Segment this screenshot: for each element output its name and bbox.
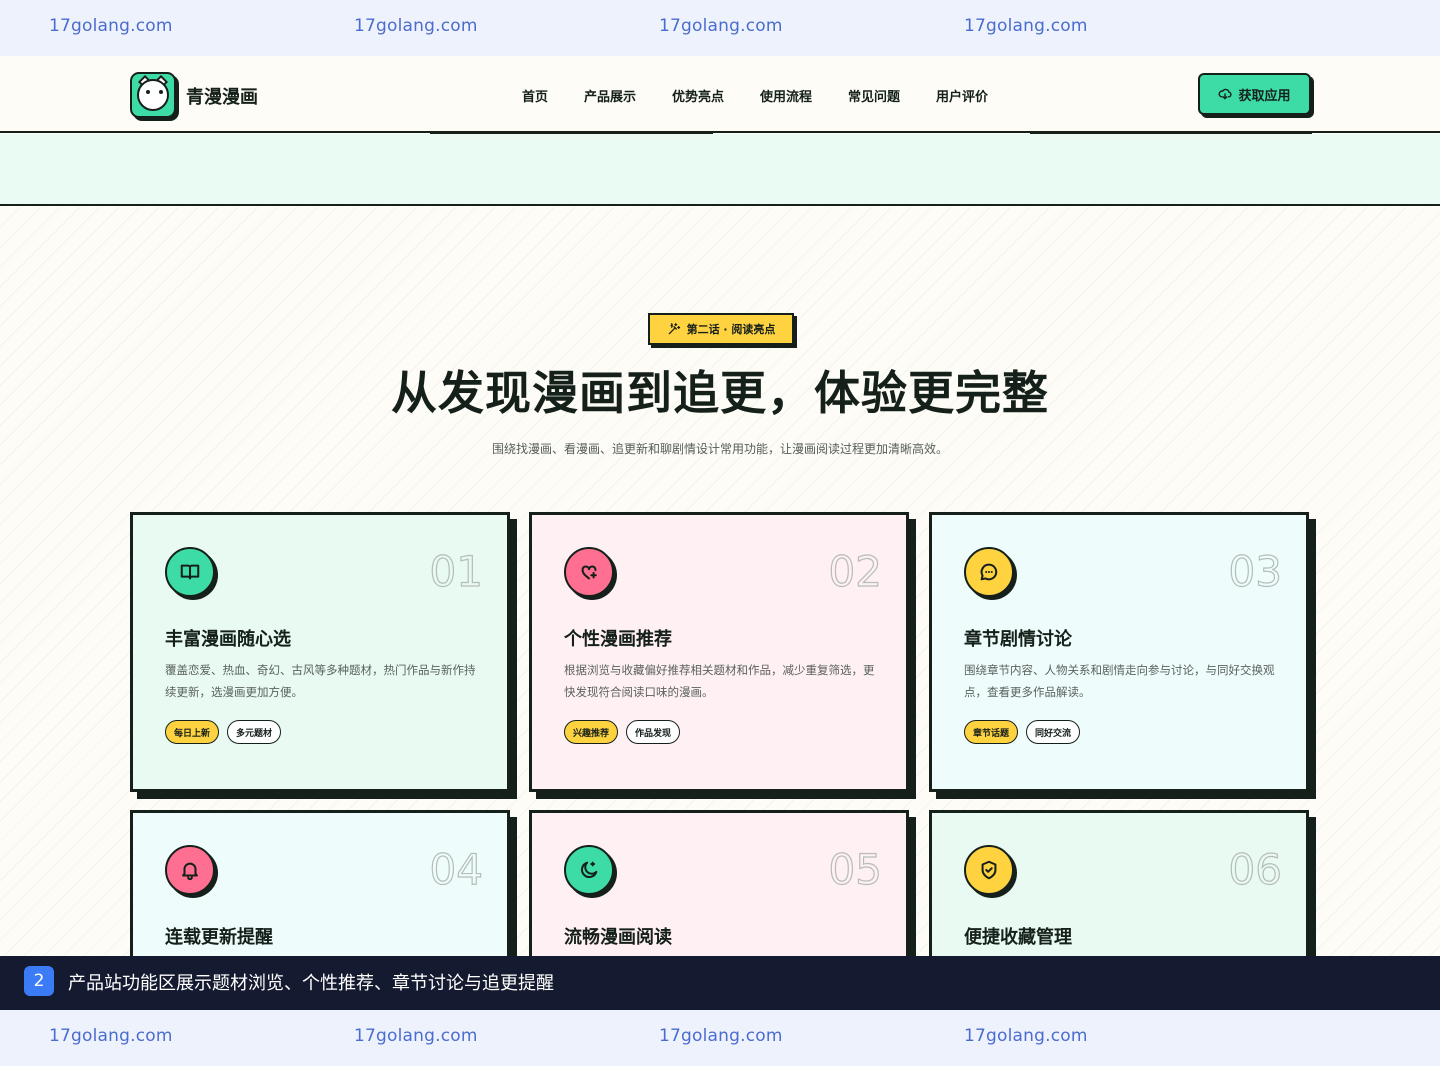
card-title: 流畅漫画阅读 (564, 927, 672, 948)
card-number: 05 (828, 844, 883, 894)
feature-card-rich-selection[interactable]: 01 丰富漫画随心选 覆盖恋爱、热血、奇幻、古风等多种题材，热门作品与新作持续更… (130, 512, 510, 792)
card-title: 章节剧情讨论 (964, 629, 1072, 650)
card-title: 个性漫画推荐 (564, 629, 672, 650)
magic-wand-icon (668, 323, 680, 335)
section-badge-label: 第二话 · 阅读亮点 (686, 323, 776, 336)
get-app-label: 获取应用 (1238, 88, 1291, 104)
card-number: 01 (429, 546, 484, 596)
section-badge: 第二话 · 阅读亮点 (648, 313, 794, 345)
watermark-text: 17golang.com (354, 1026, 478, 1046)
bell-icon (165, 845, 215, 895)
sparkle-heart-icon (564, 547, 614, 597)
nav-item-reviews[interactable]: 用户评价 (936, 86, 988, 105)
logo-text[interactable]: 青漫漫画 (186, 83, 258, 109)
section-headline: 从发现漫画到追更，体验更完整 (0, 357, 1440, 423)
tag[interactable]: 作品发现 (626, 720, 681, 744)
headline-main: 从发现漫画到追更， (391, 366, 814, 420)
watermark-text: 17golang.com (964, 1026, 1088, 1046)
watermark-text: 17golang.com (964, 16, 1088, 36)
card-number: 03 (1228, 546, 1283, 596)
site-header: 青漫漫画 首页 产品展示 优势亮点 使用流程 常见问题 用户评价 获取应用 (0, 56, 1440, 133)
caption-number: 2 (24, 966, 54, 996)
shield-check-icon (964, 845, 1014, 895)
tag[interactable]: 每日上新 (165, 720, 220, 744)
cloud-download-icon (1218, 88, 1233, 100)
card-tags: 章节话题 同好交流 (964, 720, 1081, 744)
feature-card-personal-recommend[interactable]: 02 个性漫画推荐 根据浏览与收藏偏好推荐相关题材和作品，减少重复筛选，更快发现… (529, 512, 909, 792)
watermark-text: 17golang.com (354, 16, 478, 36)
watermark-text: 17golang.com (49, 16, 173, 36)
headline-highlight: 体验更完整 (814, 357, 1049, 423)
card-description: 围绕章节内容、人物关系和剧情走向参与讨论，与同好交换观点，查看更多作品解读。 (964, 663, 1275, 699)
caption-bar: 2 产品站功能区展示题材浏览、个性推荐、章节讨论与追更提醒 (0, 956, 1440, 1010)
tag[interactable]: 同好交流 (1026, 720, 1081, 744)
caption-text: 产品站功能区展示题材浏览、个性推荐、章节讨论与追更提醒 (68, 973, 554, 994)
section-subline: 围绕找漫画、看漫画、追更新和聊剧情设计常用功能，让漫画阅读过程更加清晰高效。 (491, 442, 948, 456)
tag[interactable]: 多元题材 (227, 720, 282, 744)
book-open-icon (165, 547, 215, 597)
watermark-text: 17golang.com (659, 1026, 783, 1046)
card-number: 04 (429, 844, 484, 894)
card-description: 根据浏览与收藏偏好推荐相关题材和作品，减少重复筛选，更快发现符合阅读口味的漫画。 (564, 663, 875, 699)
tag[interactable]: 章节话题 (964, 720, 1019, 744)
chat-bubble-icon (964, 547, 1014, 597)
watermark-bar-top: 17golang.com 17golang.com 17golang.com 1… (0, 0, 1440, 56)
card-title: 连载更新提醒 (165, 927, 273, 948)
watermark-bar-bottom: 17golang.com 17golang.com 17golang.com 1… (0, 1010, 1440, 1066)
card-number: 02 (828, 546, 883, 596)
feature-card-chapter-discussion[interactable]: 03 章节剧情讨论 围绕章节内容、人物关系和剧情走向参与讨论，与同好交换观点，查… (929, 512, 1309, 792)
card-tags: 兴趣推荐 作品发现 (564, 720, 681, 744)
card-tags: 每日上新 多元题材 (165, 720, 282, 744)
nav-item-faq[interactable]: 常见问题 (848, 86, 900, 105)
card-title: 丰富漫画随心选 (165, 629, 291, 650)
nav-item-workflow[interactable]: 使用流程 (760, 86, 812, 105)
nav-item-home[interactable]: 首页 (522, 86, 548, 105)
nav-item-highlights[interactable]: 优势亮点 (672, 86, 724, 105)
card-number: 06 (1228, 844, 1283, 894)
highlights-section: 第二话 · 阅读亮点 从发现漫画到追更，体验更完整 围绕找漫画、看漫画、追更新和… (0, 207, 1440, 1010)
get-app-button[interactable]: 获取应用 (1198, 73, 1311, 115)
nav-item-products[interactable]: 产品展示 (584, 86, 636, 105)
section-divider-band (0, 134, 1440, 206)
watermark-text: 17golang.com (49, 1026, 173, 1046)
watermark-text: 17golang.com (659, 16, 783, 36)
logo-cat-icon[interactable] (130, 72, 176, 118)
tag[interactable]: 兴趣推荐 (564, 720, 619, 744)
moon-star-icon (564, 845, 614, 895)
card-description: 覆盖恋爱、热血、奇幻、古风等多种题材，热门作品与新作持续更新，选漫画更加方便。 (165, 663, 476, 699)
card-title: 便捷收藏管理 (964, 927, 1072, 948)
